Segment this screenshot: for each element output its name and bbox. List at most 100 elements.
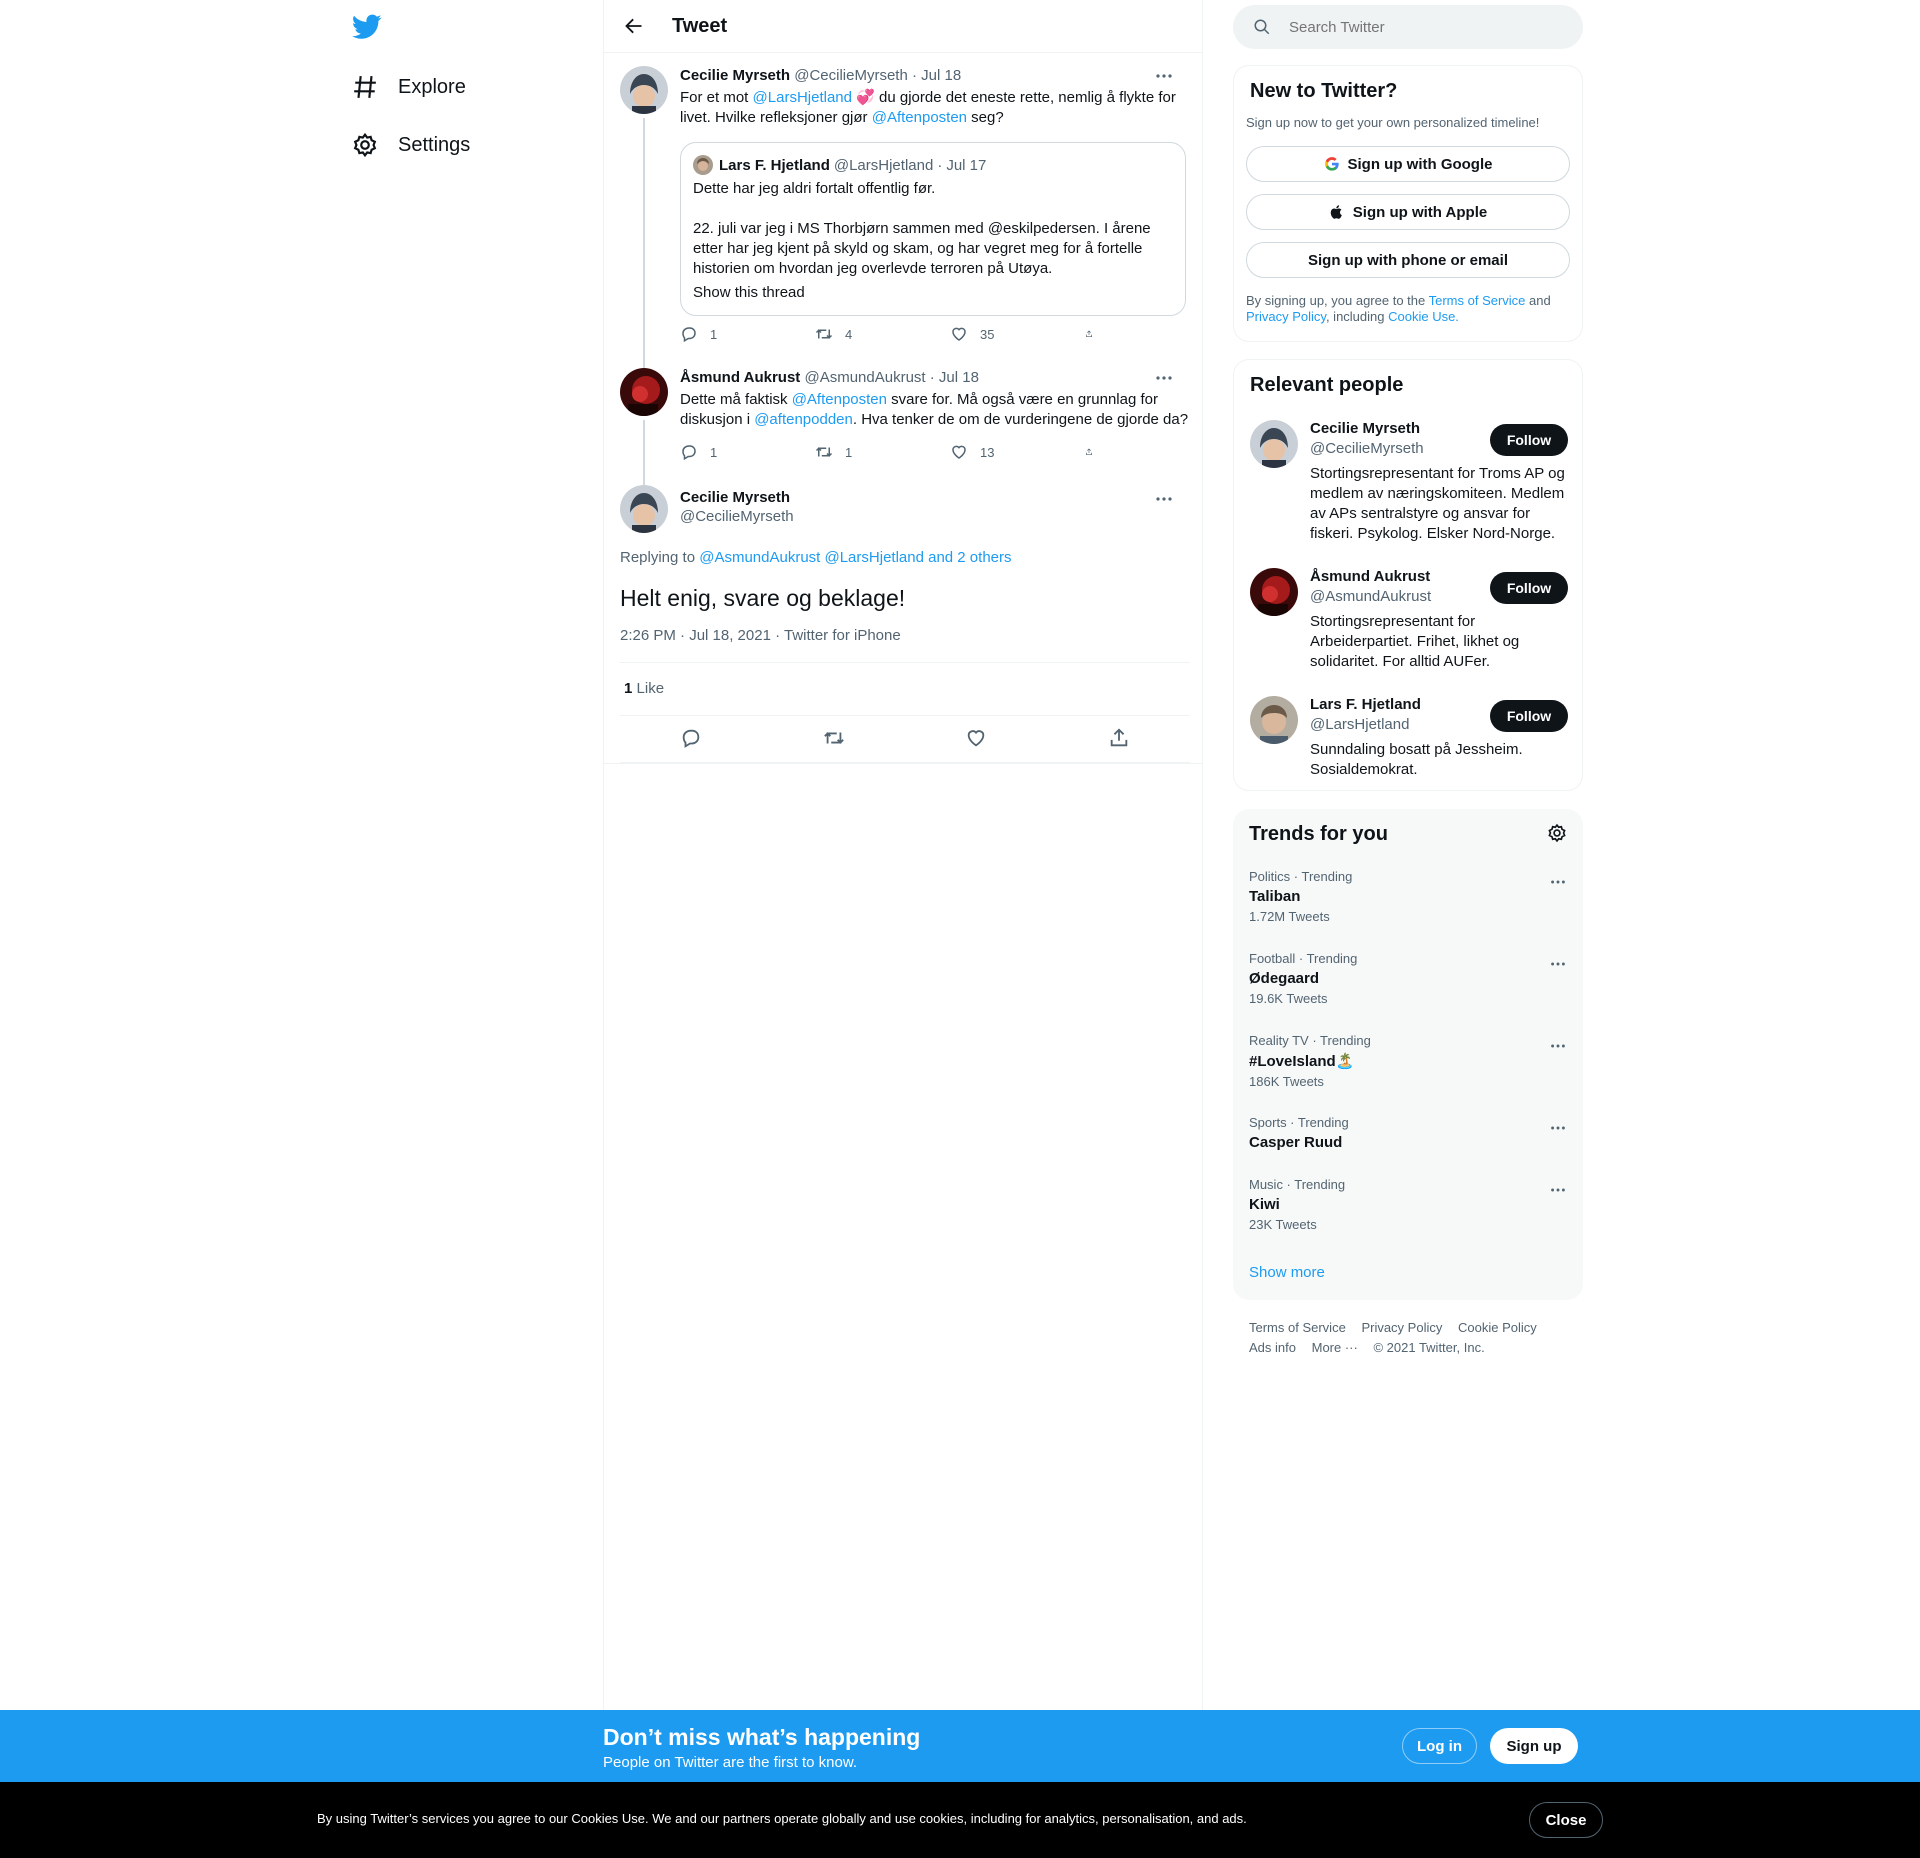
more-options-icon[interactable] [1549, 873, 1567, 891]
person-name[interactable]: Lars F. Hjetland [1310, 696, 1421, 713]
close-button[interactable]: Close [1529, 1802, 1603, 1838]
more-options-icon[interactable] [1154, 489, 1174, 509]
retweet-button[interactable]: 4 [815, 325, 950, 343]
person-cell[interactable]: Lars F. Hjetland @LarsHjetland Sunndalin… [1250, 696, 1568, 780]
mention-link[interactable]: @aftenpodden [754, 411, 853, 428]
author-name[interactable]: Cecilie Myrseth [680, 489, 794, 506]
heart-icon[interactable] [965, 727, 987, 749]
text-part: For et mot [680, 89, 753, 106]
phone-signup-button[interactable]: Sign up with phone or email [1246, 242, 1570, 278]
like-button[interactable]: 13 [950, 443, 1085, 461]
person-handle[interactable]: @CecilieMyrseth [1310, 440, 1424, 457]
person-name[interactable]: Åsmund Aukrust [1310, 568, 1430, 585]
search-input[interactable] [1289, 18, 1539, 36]
login-button[interactable]: Log in [1402, 1728, 1477, 1764]
more-options-icon[interactable] [1549, 955, 1567, 973]
twitter-logo-icon[interactable] [352, 14, 382, 40]
nav-explore[interactable]: Explore [352, 61, 466, 113]
cookie-text: By using Twitter’s services you agree to… [317, 1811, 1247, 1826]
separator: · [911, 67, 917, 84]
more-options-icon[interactable] [1549, 1119, 1567, 1137]
footer-terms[interactable]: Terms of Service [1249, 1320, 1346, 1335]
footer-links: Terms of Service Privacy Policy Cookie P… [1249, 1318, 1549, 1358]
thread-tweet[interactable]: Cecilie Myrseth @CecilieMyrseth · Jul 18… [620, 66, 1190, 356]
share-icon[interactable] [1108, 727, 1130, 749]
avatar[interactable] [620, 368, 668, 416]
reply-icon[interactable] [680, 727, 702, 749]
person-cell[interactable]: Cecilie Myrseth @CecilieMyrseth Storting… [1250, 420, 1568, 550]
trend-name: Kiwi [1249, 1196, 1280, 1213]
tweet-date[interactable]: Jul 18 [939, 369, 979, 386]
footer-privacy[interactable]: Privacy Policy [1361, 1320, 1442, 1335]
nav-settings[interactable]: Settings [352, 119, 470, 171]
replying-to-links[interactable]: @AsmundAukrust @LarsHjetland and 2 other… [699, 549, 1011, 566]
trend-item[interactable]: Music · Trending Kiwi 23K Tweets [1249, 1177, 1567, 1232]
mention-link[interactable]: @Aftenposten [872, 109, 967, 126]
trend-name: Taliban [1249, 888, 1301, 905]
reply-button[interactable]: 1 [680, 325, 815, 343]
follow-button[interactable]: Follow [1490, 572, 1568, 604]
back-arrow-icon[interactable] [624, 16, 644, 36]
follow-button[interactable]: Follow [1490, 424, 1568, 456]
show-thread-link[interactable]: Show this thread [693, 283, 1173, 303]
signup-banner: Don’t miss what’s happening People on Tw… [0, 1710, 1920, 1782]
more-options-icon[interactable] [1549, 1181, 1567, 1199]
trend-item[interactable]: Football · Trending Ødegaard 19.6K Tweet… [1249, 951, 1567, 1006]
author-handle[interactable]: @CecilieMyrseth [794, 67, 908, 84]
author-name[interactable]: Åsmund Aukrust [680, 369, 800, 386]
avatar[interactable] [620, 66, 668, 114]
avatar[interactable] [1250, 420, 1298, 468]
footer-more[interactable]: More ··· [1312, 1340, 1358, 1355]
terms-link[interactable]: Terms of Service [1429, 293, 1526, 308]
more-options-icon[interactable] [1154, 368, 1174, 388]
search-bar[interactable] [1233, 5, 1583, 49]
more-options-icon[interactable] [1549, 1037, 1567, 1055]
avatar[interactable] [1250, 696, 1298, 744]
footer-ads[interactable]: Ads info [1249, 1340, 1296, 1355]
show-more-link[interactable]: Show more [1249, 1264, 1325, 1281]
gear-icon [353, 132, 377, 158]
person-handle[interactable]: @LarsHjetland [1310, 716, 1409, 733]
like-label: Like [636, 680, 665, 697]
author-name[interactable]: Cecilie Myrseth [680, 67, 790, 84]
google-signup-button[interactable]: Sign up with Google [1246, 146, 1570, 182]
follow-button[interactable]: Follow [1490, 700, 1568, 732]
tweet-text: Dette må faktisk @Aftenposten svare for.… [680, 390, 1190, 430]
trend-item[interactable]: Politics · Trending Taliban 1.72M Tweets [1249, 869, 1567, 924]
avatar[interactable] [620, 485, 668, 533]
trend-item[interactable]: Sports · Trending Casper Ruud [1249, 1115, 1567, 1151]
like-total: 1 [624, 680, 633, 697]
signup-button[interactable]: Sign up [1490, 1728, 1578, 1764]
trend-item[interactable]: Reality TV · Trending #LoveIsland🏝️ 186K… [1249, 1033, 1567, 1089]
footer-cookie[interactable]: Cookie Policy [1458, 1320, 1537, 1335]
cookie-link[interactable]: Cookie Use. [1388, 309, 1459, 324]
person-handle[interactable]: @AsmundAukrust [1310, 588, 1431, 605]
gear-icon[interactable] [1547, 823, 1567, 843]
apple-signup-button[interactable]: Sign up with Apple [1246, 194, 1570, 230]
legal-text: By signing up, you agree to the Terms of… [1246, 293, 1576, 325]
avatar[interactable] [1250, 568, 1298, 616]
thread-tweet[interactable]: Åsmund Aukrust @AsmundAukrust · Jul 18 D… [620, 356, 1190, 485]
person-cell[interactable]: Åsmund Aukrust @AsmundAukrust Stortingsr… [1250, 568, 1568, 678]
more-options-icon[interactable] [1154, 66, 1174, 86]
like-button[interactable]: 35 [950, 325, 1085, 343]
tweet-meta[interactable]: 2:26 PM · Jul 18, 2021 · Twitter for iPh… [620, 627, 901, 644]
author-handle[interactable]: @CecilieMyrseth [680, 508, 794, 525]
hashtag-icon [354, 76, 376, 98]
author-handle[interactable]: @AsmundAukrust [804, 369, 925, 386]
thread-connector [643, 118, 645, 356]
retweet-icon[interactable] [823, 727, 845, 749]
quoted-tweet[interactable]: Lars F. Hjetland @LarsHjetland · Jul 17 … [680, 142, 1186, 316]
reply-button[interactable]: 1 [680, 443, 815, 461]
retweet-button[interactable]: 1 [815, 443, 950, 461]
person-name[interactable]: Cecilie Myrseth [1310, 420, 1420, 437]
heart-icon [952, 327, 966, 341]
share-button[interactable] [1085, 325, 1105, 343]
privacy-link[interactable]: Privacy Policy [1246, 309, 1326, 324]
like-count: 13 [980, 444, 995, 460]
like-stats[interactable]: 1 Like [624, 680, 664, 697]
mention-link[interactable]: @LarsHjetland [753, 89, 852, 106]
tweet-date[interactable]: Jul 18 [921, 67, 961, 84]
share-button[interactable] [1085, 443, 1105, 461]
mention-link[interactable]: @Aftenposten [792, 391, 887, 408]
